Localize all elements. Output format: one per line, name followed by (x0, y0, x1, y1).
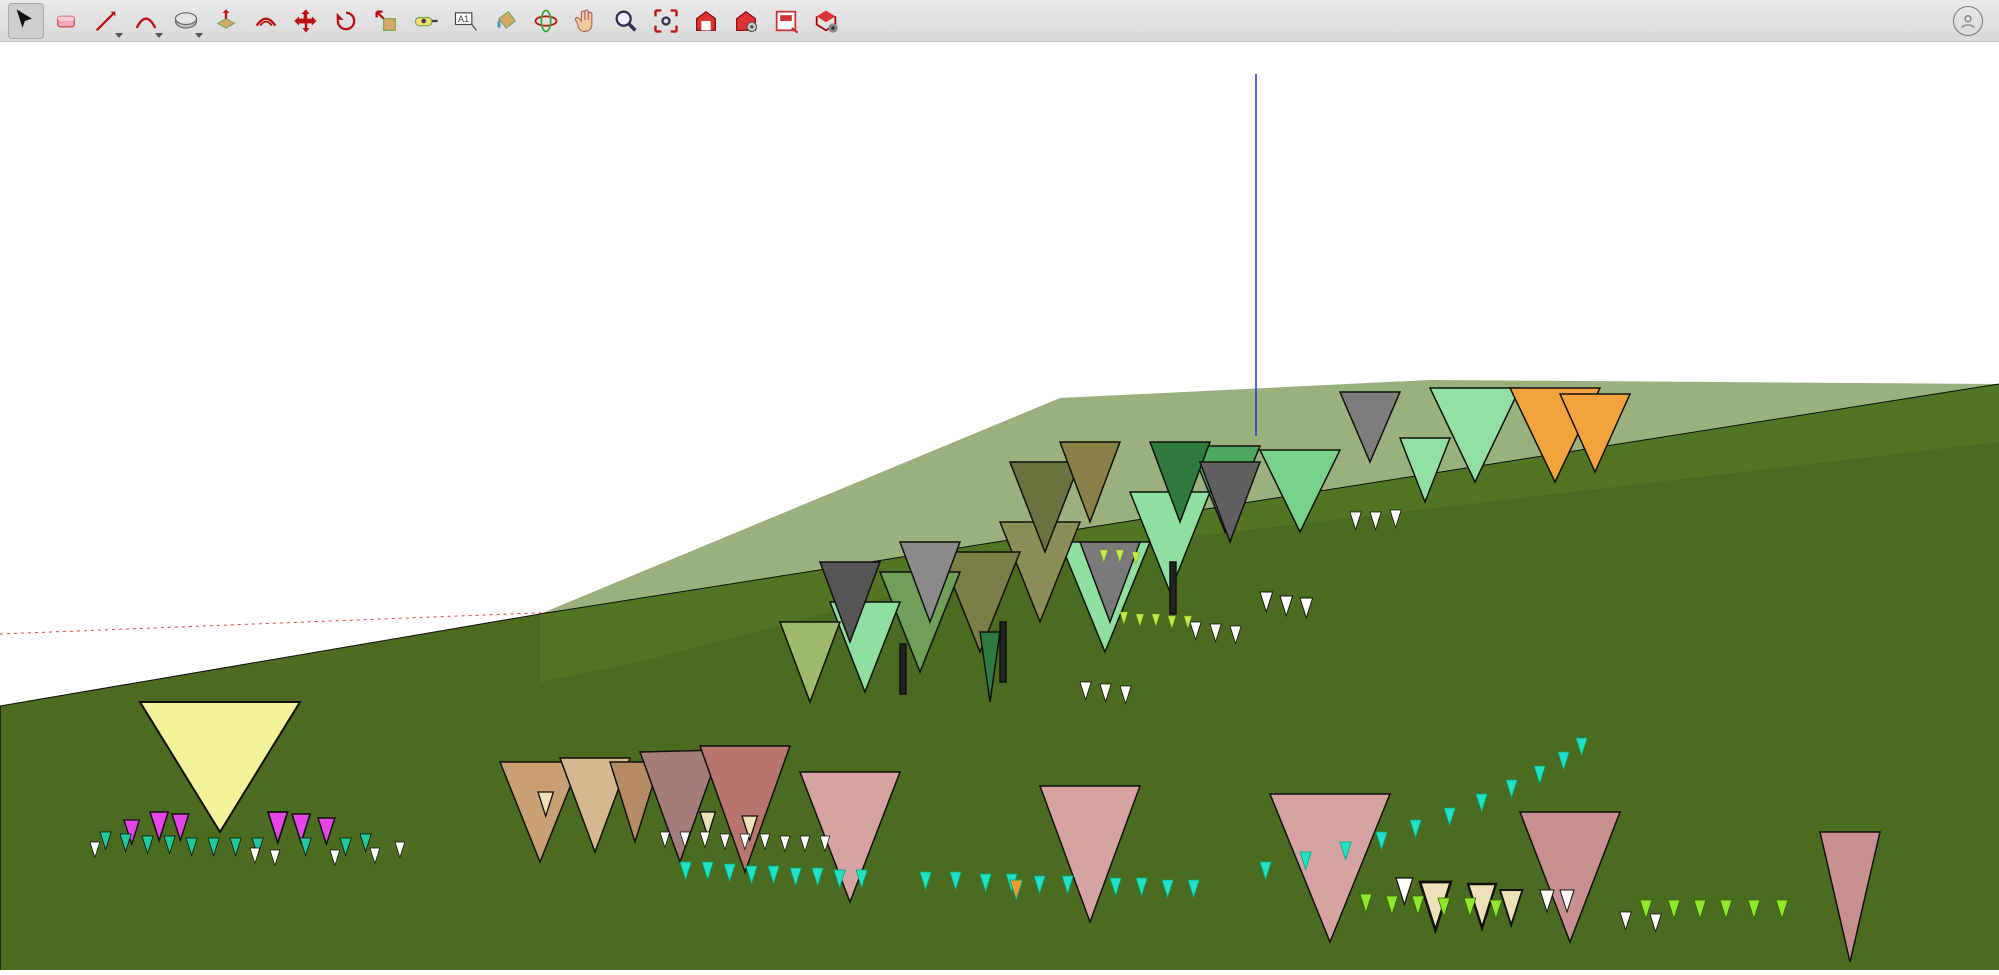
shape-tool[interactable] (168, 3, 204, 39)
horizontal-toolbar: A1 (0, 0, 1999, 42)
arc-tool[interactable] (128, 3, 164, 39)
svg-text:A1: A1 (458, 14, 469, 24)
line-tool[interactable] (88, 3, 124, 39)
offset-tool[interactable] (248, 3, 284, 39)
move-tool[interactable] (288, 3, 324, 39)
pushpull-tool[interactable] (208, 3, 244, 39)
select-tool[interactable] (8, 3, 44, 39)
account-button[interactable] (1953, 6, 1983, 36)
tape-tool[interactable] (408, 3, 444, 39)
eraser-tool[interactable] (48, 3, 84, 39)
zoom-tool[interactable] (608, 3, 644, 39)
layout-tool[interactable] (768, 3, 804, 39)
scale-tool[interactable] (368, 3, 404, 39)
paint-tool[interactable] (488, 3, 524, 39)
pan-tool[interactable] (568, 3, 604, 39)
rotate-tool[interactable] (328, 3, 364, 39)
extension-warehouse-tool[interactable] (728, 3, 764, 39)
orbit-tool[interactable] (528, 3, 564, 39)
model-viewport[interactable] (0, 42, 1999, 970)
warehouse-tool[interactable] (688, 3, 724, 39)
zoom-extents-tool[interactable] (648, 3, 684, 39)
text-tool[interactable]: A1 (448, 3, 484, 39)
extension-manager-tool[interactable] (808, 3, 844, 39)
